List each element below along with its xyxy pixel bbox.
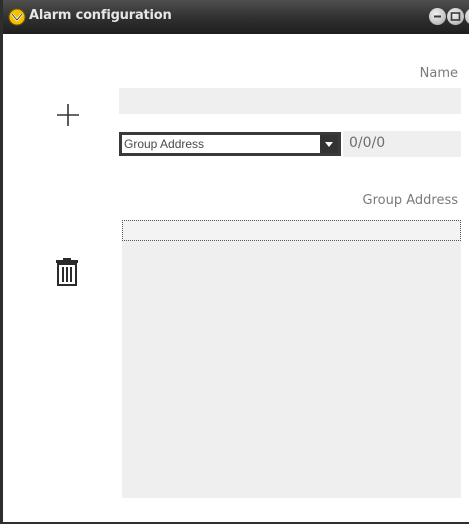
minimize-icon: [434, 15, 441, 18]
title-bar[interactable]: Alarm configuration: [3, 0, 469, 34]
minimize-button[interactable]: [429, 8, 446, 25]
maximize-button[interactable]: [447, 8, 464, 25]
address-type-value: Group Address: [124, 137, 205, 151]
trash-icon[interactable]: [55, 258, 79, 286]
add-icon[interactable]: [53, 100, 83, 130]
group-address-list[interactable]: [122, 220, 461, 498]
window-title: Alarm configuration: [29, 8, 172, 23]
alarm-configuration-window: Alarm configuration Name Group Address 0…: [0, 0, 469, 524]
close-icon: [465, 8, 469, 25]
address-type-select[interactable]: Group Address: [119, 132, 341, 156]
maximize-icon: [450, 12, 461, 21]
group-address-value: 0/0/0: [349, 135, 386, 151]
name-label: Name: [419, 66, 458, 81]
close-button[interactable]: [465, 8, 469, 25]
chevron-down-icon[interactable]: [320, 135, 338, 153]
name-input[interactable]: [119, 88, 461, 114]
group-address-label: Group Address: [362, 193, 458, 208]
list-item[interactable]: [122, 220, 461, 241]
alarm-icon: [8, 8, 26, 26]
